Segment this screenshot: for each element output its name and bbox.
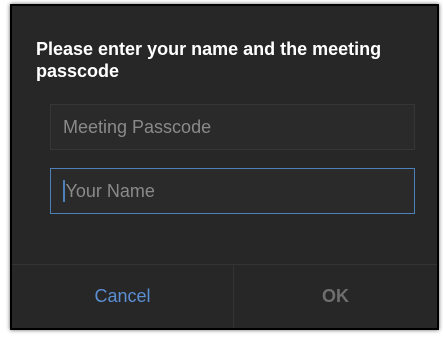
dialog-title: Please enter your name and the meeting p… [36, 39, 382, 81]
text-caret [63, 180, 65, 202]
cancel-button[interactable]: Cancel [12, 265, 233, 328]
your-name-field[interactable]: Your Name [50, 168, 415, 214]
ok-button[interactable]: OK [234, 265, 437, 328]
meeting-passcode-field[interactable]: Meeting Passcode [50, 104, 415, 150]
meeting-passcode-placeholder: Meeting Passcode [63, 116, 212, 137]
your-name-placeholder: Your Name [65, 180, 155, 201]
passcode-dialog: Please enter your name and the meeting p… [10, 4, 439, 330]
